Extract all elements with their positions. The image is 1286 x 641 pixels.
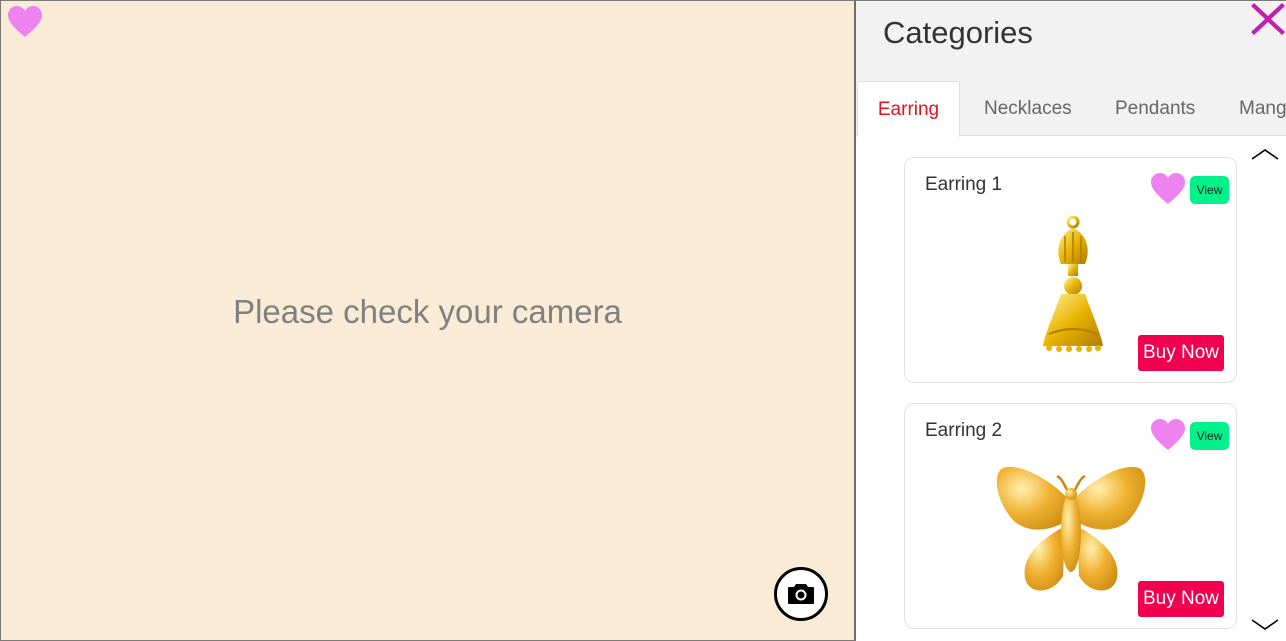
close-icon[interactable] [1250,1,1286,37]
tab-pendants[interactable]: Pendants [1115,81,1195,136]
product-title: Earring 1 [925,174,1003,195]
camera-pane: Please check your camera [0,0,856,641]
product-card: Earring 2 View Buy Now [904,403,1237,629]
camera-icon [788,584,814,604]
buy-now-button[interactable]: Buy Now [1138,581,1224,617]
product-card: Earring 1 View Buy Now [904,157,1237,383]
panel-title: Categories [883,15,1033,50]
tab-mang[interactable]: Mang [1239,81,1286,136]
heart-icon[interactable] [7,5,43,39]
view-button[interactable]: View [1190,176,1229,204]
tab-necklaces[interactable]: Necklaces [984,81,1072,136]
camera-status-message: Please check your camera [233,293,622,330]
earring-image [1043,216,1103,352]
tab-earring[interactable]: Earring [857,81,960,137]
capture-button[interactable] [774,567,828,621]
butterfly-earring-image [996,466,1146,591]
panel-header: Categories Earring Necklaces Pendants Ma… [856,1,1286,137]
chevron-up-icon[interactable] [1250,147,1280,163]
chevron-down-icon[interactable] [1250,616,1280,632]
heart-icon[interactable] [1150,172,1186,206]
category-tabs: Earring Necklaces Pendants Mang [856,81,1286,137]
heart-icon[interactable] [1150,418,1186,452]
buy-now-button[interactable]: Buy Now [1138,335,1224,371]
product-title: Earring 2 [925,420,1003,441]
view-button[interactable]: View [1190,422,1229,450]
categories-panel: Categories Earring Necklaces Pendants Ma… [856,0,1286,641]
